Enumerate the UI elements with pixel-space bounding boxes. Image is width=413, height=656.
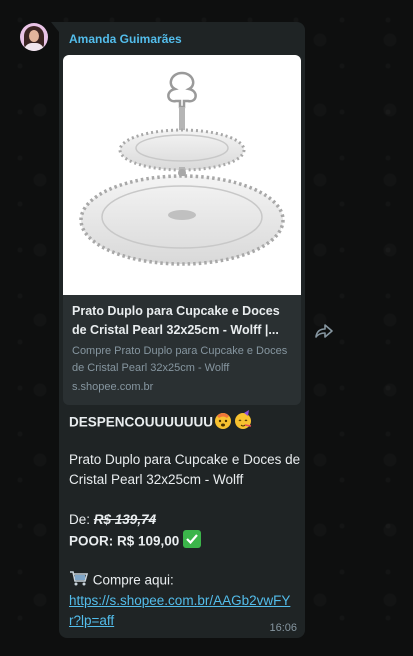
avatar[interactable]: [20, 23, 48, 51]
link-preview[interactable]: Prato Duplo para Cupcake e Doces de Cris…: [63, 55, 301, 405]
preview-title[interactable]: Prato Duplo para Cupcake e Doces de Cris…: [72, 302, 296, 340]
product-link[interactable]: https://s.shopee.com.br/AAGb2vwFYr?lp=af…: [69, 593, 290, 628]
cta-label: Compre aqui:: [92, 572, 174, 588]
message-timestamp: 16:06: [269, 622, 297, 634]
message-new-price-line: POOR: R$ 109,00: [69, 530, 301, 554]
shopping-cart-emoji: [69, 570, 89, 592]
preview-description: Compre Prato Duplo para Cupcake e Doces …: [72, 345, 288, 374]
old-price: R$ 139,74: [93, 512, 157, 527]
sender-name[interactable]: Amanda Guimarães: [69, 32, 182, 46]
from-label: De:: [69, 512, 91, 527]
message-product-name: Prato Duplo para Cupcake e Doces de Cris…: [69, 452, 301, 487]
message-headline: DESPENCOUUUUUUU: [69, 414, 214, 430]
cake-stand-illustration: [79, 71, 285, 266]
check-mark-button-emoji: [183, 530, 202, 554]
forward-icon[interactable]: [314, 322, 334, 340]
new-price: POOR: R$ 109,00: [69, 533, 180, 549]
message-cta-line: Compre aqui:: [69, 570, 301, 592]
message-url-line: https://s.shopee.com.br/AAGb2vwFYr?lp=af…: [69, 591, 301, 631]
message-bubble[interactable]: Amanda Guimarães Prato Duplo para Cupcak…: [51, 22, 305, 638]
exploding-head-emoji: [213, 410, 233, 436]
product-image[interactable]: [63, 55, 301, 295]
message-old-price-line: De: R$ 139,74: [69, 510, 301, 530]
message-headline-line: DESPENCOUUUUUUU: [69, 410, 301, 436]
preview-domain: s.shopee.com.br: [72, 381, 154, 393]
partying-face-emoji: [233, 410, 253, 436]
